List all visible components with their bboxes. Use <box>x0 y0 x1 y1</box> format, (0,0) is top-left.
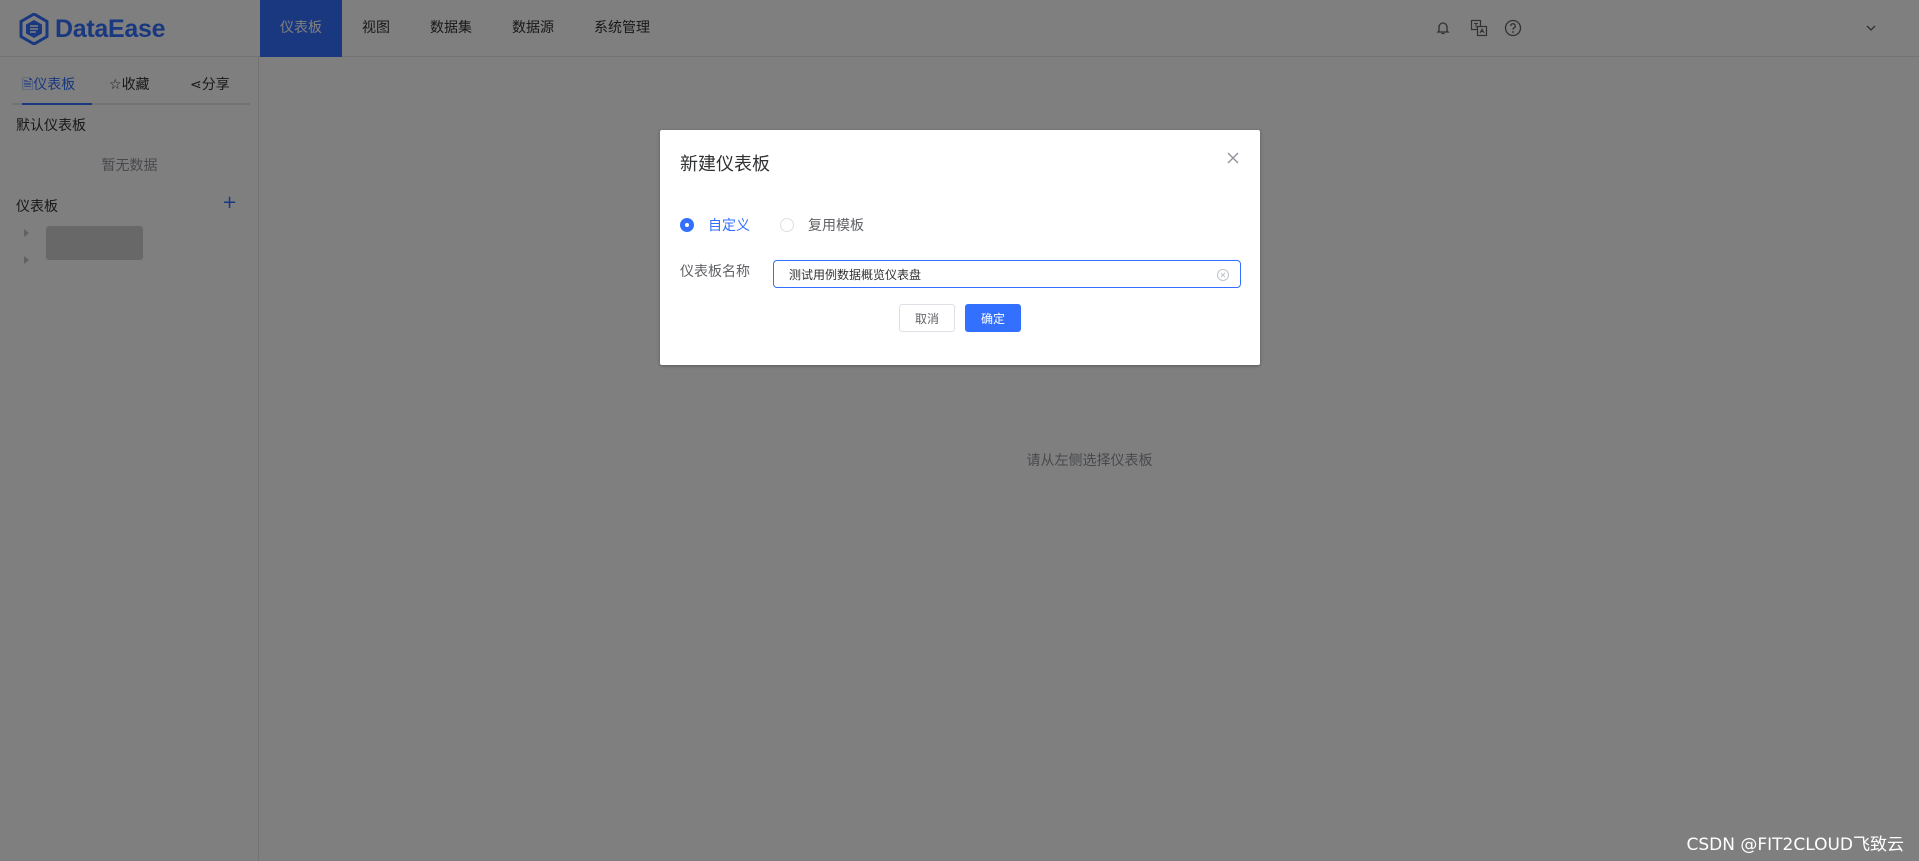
dashboard-name-input[interactable] <box>773 260 1241 288</box>
clear-input-icon[interactable] <box>1216 267 1230 281</box>
confirm-button[interactable]: 确定 <box>965 304 1021 332</box>
radio-template[interactable]: 复用模板 <box>780 217 864 234</box>
radio-custom[interactable]: 自定义 <box>680 217 750 234</box>
radio-template-label: 复用模板 <box>808 218 864 234</box>
radio-unchecked-icon[interactable] <box>780 218 794 232</box>
dialog-title: 新建仪表板 <box>680 154 770 175</box>
dashboard-name-label: 仪表板名称 <box>680 264 750 280</box>
radio-custom-label: 自定义 <box>708 218 750 234</box>
cancel-button[interactable]: 取消 <box>899 304 955 332</box>
close-icon[interactable] <box>1225 150 1241 166</box>
new-dashboard-dialog: 新建仪表板 自定义 复用模板 仪表板名称 取消 确定 <box>660 130 1260 365</box>
radio-checked-icon[interactable] <box>680 218 694 232</box>
watermark-text: CSDN @FIT2CLOUD飞致云 <box>1686 835 1904 855</box>
